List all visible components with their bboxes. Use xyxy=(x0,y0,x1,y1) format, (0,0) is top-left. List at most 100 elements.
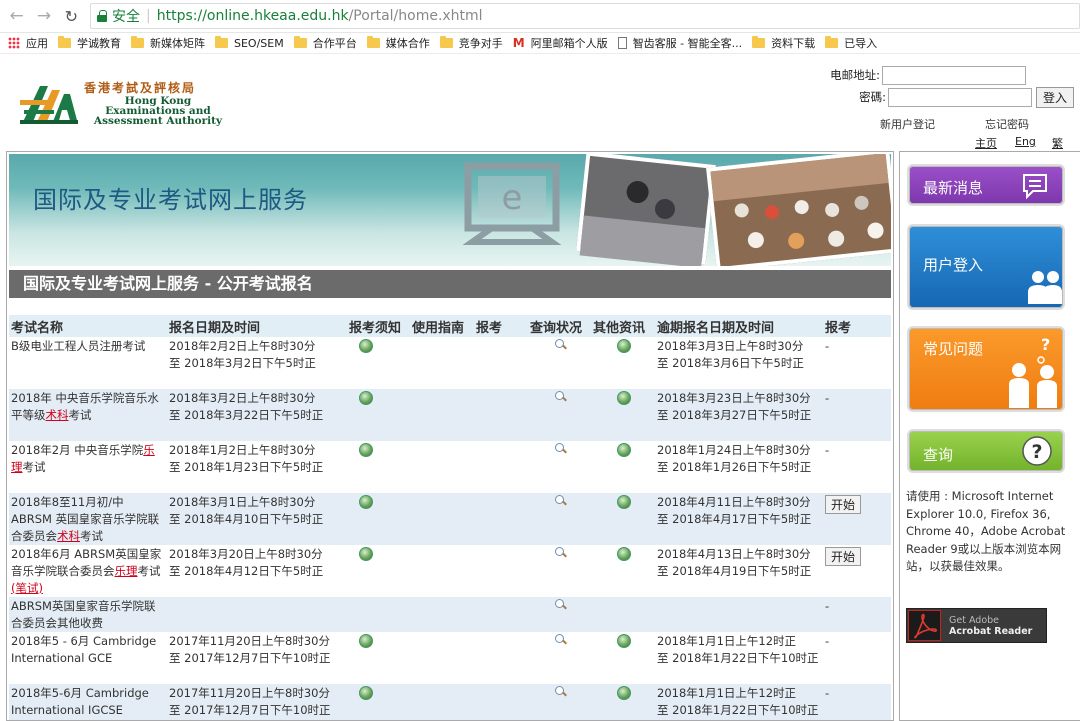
bookmark-folder[interactable]: 资料下载 xyxy=(752,35,815,51)
register-link[interactable]: 新用户登记 xyxy=(880,116,935,132)
main-content: 国际及专业考试网上服务 e 国际及专业考试网上服务 - 公开考试报名 考试名称 … xyxy=(6,151,894,721)
bookmark-page[interactable]: 智齿客服 - 智能全客... xyxy=(617,35,742,51)
forgot-password-link[interactable]: 忘记密码 xyxy=(985,116,1029,132)
apply-action: - xyxy=(825,634,830,648)
browser-address-bar: ← → ↻ 安全 | https://online.hkeaa.edu.hk /… xyxy=(0,0,1080,33)
exam-hall-photo-icon xyxy=(706,154,891,266)
notes-globe-icon[interactable] xyxy=(359,547,373,561)
logo-chinese-name: 香港考試及評核局 xyxy=(84,81,197,95)
info-globe-icon[interactable] xyxy=(617,339,631,353)
url-host: https://online.hkeaa.edu.hk xyxy=(156,8,349,24)
start-button[interactable]: 开始 xyxy=(825,547,862,566)
users-icon xyxy=(1028,271,1062,304)
col-exam-name: 考试名称 xyxy=(9,315,167,337)
faq-button[interactable]: 常见问题 ? xyxy=(907,326,1065,412)
query-button[interactable]: 查询 ? xyxy=(907,429,1065,473)
status-search-icon[interactable] xyxy=(554,546,568,560)
info-globe-icon[interactable] xyxy=(617,443,631,457)
secure-label: 安全 xyxy=(112,9,141,25)
status-search-icon[interactable] xyxy=(554,338,568,352)
exam-table: 考试名称 报名日期及时间 报考须知 使用指南 报考 查询状况 其他资讯 逾期报名… xyxy=(9,315,891,720)
bookmark-mail[interactable]: M 阿里邮箱个人版 xyxy=(513,35,608,51)
adobe-acrobat-icon xyxy=(908,610,941,641)
document-icon xyxy=(617,37,627,49)
exam-name-link[interactable]: 术科 xyxy=(46,408,69,422)
url-separator: | xyxy=(146,8,151,24)
hkeaa-logo[interactable]: 香港考試及評核局 Hong Kong Examinations and Asse… xyxy=(18,75,228,135)
status-search-icon[interactable] xyxy=(554,442,568,456)
status-search-icon[interactable] xyxy=(554,390,568,404)
svg-text:?: ? xyxy=(1041,335,1050,354)
notes-globe-icon[interactable] xyxy=(359,443,373,457)
logo-english-name: Hong Kong Examinations and Assessment Au… xyxy=(93,95,223,127)
bookmark-apps[interactable]: 应用 xyxy=(8,35,48,51)
folder-icon xyxy=(439,36,453,48)
lang-traditional-link[interactable]: 繁 xyxy=(1052,135,1063,151)
exam-name-link[interactable]: 乐理 xyxy=(115,564,138,578)
late-period: 2018年3月23日上午8时30分至 2018年3月27日下午5时正 xyxy=(655,389,823,441)
latest-news-label: 最新消息 xyxy=(923,179,984,197)
login-form: 电邮地址: 密碼: 登入 xyxy=(814,64,1074,108)
folder-icon xyxy=(366,36,380,48)
url-input[interactable]: 安全 | https://online.hkeaa.edu.hk /Portal… xyxy=(90,3,1080,29)
bookmark-folder[interactable]: 合作平台 xyxy=(293,35,357,51)
status-search-icon[interactable] xyxy=(554,633,568,647)
login-button[interactable]: 登入 xyxy=(1035,86,1074,108)
folder-icon xyxy=(58,36,71,48)
bookmark-folder[interactable]: 竞争对手 xyxy=(439,35,503,51)
svg-text:?: ? xyxy=(1031,441,1042,463)
notes-globe-icon[interactable] xyxy=(359,686,373,700)
back-icon[interactable]: ← xyxy=(6,5,27,27)
col-late-period: 逾期报名日期及时间 xyxy=(655,315,823,337)
notes-globe-icon[interactable] xyxy=(359,391,373,405)
bookmark-folder[interactable]: 学诚教育 xyxy=(58,35,121,51)
apply-action: - xyxy=(825,443,830,457)
get-adobe-reader-button[interactable]: Get Adobe Acrobat Reader xyxy=(906,608,1047,643)
info-globe-icon[interactable] xyxy=(617,547,631,561)
notes-globe-icon[interactable] xyxy=(359,339,373,353)
notes-globe-icon[interactable] xyxy=(359,495,373,509)
exam-name-link[interactable]: 术科 xyxy=(57,529,80,543)
status-search-icon[interactable] xyxy=(554,494,568,508)
service-banner: 国际及专业考试网上服务 e xyxy=(9,154,891,266)
late-period: 2018年3月3日上午8时30分至 2018年3月6日下午5时正 xyxy=(657,339,804,370)
table-row: 2018年2月 中央音乐学院乐理考试 2018年1月2日上午8时30分至 201… xyxy=(9,441,891,493)
bookmark-folder[interactable]: 媒体合作 xyxy=(366,35,430,51)
status-search-icon[interactable] xyxy=(554,685,568,699)
exam-name: 2018年5 - 6月 Cambridge International GCE xyxy=(11,634,157,665)
reload-icon[interactable]: ↻ xyxy=(61,5,82,27)
password-field[interactable] xyxy=(887,87,1032,107)
start-button[interactable]: 开始 xyxy=(825,495,862,514)
forward-icon[interactable]: → xyxy=(33,5,54,27)
email-label: 电邮地址: xyxy=(830,68,880,82)
info-globe-icon[interactable] xyxy=(617,495,631,509)
apply-action: - xyxy=(823,597,891,632)
info-globe-icon[interactable] xyxy=(617,686,631,700)
bookmark-folder[interactable]: SEO/SEM xyxy=(215,36,284,50)
notes-globe-icon[interactable] xyxy=(359,634,373,648)
late-period: 2018年4月11日上午8时30分至 2018年4月17日下午5时正 xyxy=(655,493,823,545)
apply-action: - xyxy=(823,684,891,720)
late-period xyxy=(655,597,823,632)
folder-icon xyxy=(293,36,307,48)
user-login-button[interactable]: 用户登入 xyxy=(907,224,1065,310)
exam-name: B级电业工程人员注册考试 xyxy=(11,339,146,353)
right-sidebar: 最新消息 用户登入 常见问题 ? 查询 ? 请使用: Microsoft In… xyxy=(899,151,1080,721)
exam-name: 2018年 中央音乐学院音乐水平等级术科考试 xyxy=(9,389,167,441)
folder-icon xyxy=(825,36,839,48)
table-row: 2018年6月 ABRSM英国皇家音乐学院联合委员会乐理考试 (笔试) 2018年… xyxy=(9,545,891,597)
latest-news-button[interactable]: 最新消息 xyxy=(907,164,1065,206)
bookmark-folder[interactable]: 新媒体矩阵 xyxy=(131,35,205,51)
info-globe-icon[interactable] xyxy=(617,391,631,405)
lang-home-link[interactable]: 主页 xyxy=(975,135,997,151)
col-apply: 报考 xyxy=(474,315,528,337)
late-period: 2018年1月1日上午12时正至 2018年1月22日下午10时正 xyxy=(657,634,819,665)
info-globe-icon[interactable] xyxy=(617,634,631,648)
bookmark-folder[interactable]: 已导入 xyxy=(825,35,877,51)
exam-name: ABRSM英国皇家音乐学院联合委员会其他收费 xyxy=(9,597,167,632)
lang-english-link[interactable]: Eng xyxy=(1015,135,1036,148)
exam-name-link[interactable]: (笔试) xyxy=(11,581,43,595)
status-search-icon[interactable] xyxy=(554,598,568,612)
banner-title: 国际及专业考试网上服务 xyxy=(33,186,308,214)
email-field[interactable] xyxy=(882,65,1026,85)
